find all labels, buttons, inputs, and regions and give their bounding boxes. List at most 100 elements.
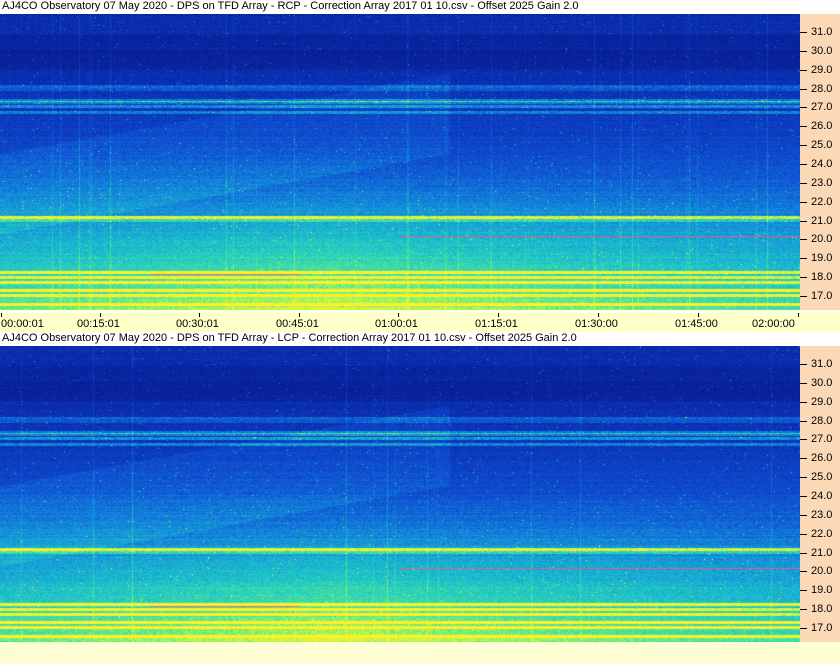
tick-mark (800, 126, 807, 128)
frequency-label: 22.0 (811, 195, 833, 208)
time-label: 00:30:01 (176, 318, 219, 330)
frequency-tick: 27.0 (800, 433, 840, 447)
frequency-label: 20.0 (811, 565, 833, 578)
tick-mark (800, 420, 807, 422)
tick-mark (800, 382, 807, 384)
tick-mark (598, 313, 599, 317)
frequency-label: 25.0 (811, 471, 833, 484)
time-label: 02:00:00 (752, 318, 795, 330)
frequency-tick: 31.0 (800, 26, 840, 40)
frequency-tick: 28.0 (800, 415, 840, 429)
frequency-tick: 18.0 (800, 603, 840, 617)
tick-mark (800, 69, 807, 71)
frequency-tick: 25.0 (800, 139, 840, 153)
rcp-spectrogram (0, 14, 800, 310)
frequency-tick: 28.0 (800, 83, 840, 97)
tick-mark (800, 220, 807, 222)
frequency-tick: 19.0 (800, 584, 840, 598)
tick-mark (800, 107, 807, 109)
tick-mark (798, 313, 799, 317)
tick-mark (800, 590, 807, 592)
frequency-label: 19.0 (811, 584, 833, 597)
frequency-tick: 26.0 (800, 452, 840, 466)
time-label: 00:45:01 (276, 318, 319, 330)
frequency-label: 28.0 (811, 82, 833, 95)
frequency-tick: 24.0 (800, 490, 840, 504)
frequency-label: 30.0 (811, 44, 833, 57)
time-label: 01:30:00 (575, 318, 618, 330)
frequency-label: 18.0 (811, 271, 833, 284)
tick-mark (498, 313, 499, 317)
tick-mark (800, 609, 807, 611)
frequency-label: 31.0 (811, 358, 833, 370)
frequency-tick: 23.0 (800, 177, 840, 191)
frequency-tick: 27.0 (800, 101, 840, 115)
bottom-strip (0, 642, 840, 664)
frequency-tick: 17.0 (800, 290, 840, 304)
frequency-label: 27.0 (811, 101, 833, 114)
frequency-tick: 20.0 (800, 565, 840, 579)
frequency-label: 18.0 (811, 603, 833, 616)
frequency-tick: 22.0 (800, 528, 840, 542)
tick-mark (800, 495, 807, 497)
tick-mark (800, 571, 807, 573)
tick-mark (800, 552, 807, 554)
tick-mark (800, 201, 807, 203)
frequency-label: 21.0 (811, 214, 833, 227)
tick-mark (800, 295, 807, 297)
tick-mark (800, 182, 807, 184)
frequency-label: 31.0 (811, 26, 833, 38)
frequency-label: 20.0 (811, 233, 833, 246)
tick-mark (100, 313, 101, 317)
time-label: 00:15:01 (77, 318, 120, 330)
lcp-frequency-axis: 31.0 30.0 29.0 28.0 27.0 26.0 25.0 24.0 23.0 22.0… (800, 346, 840, 642)
frequency-tick: 31.0 (800, 358, 840, 372)
time-label: 01:00:01 (375, 318, 418, 330)
frequency-tick: 30.0 (800, 45, 840, 59)
tick-mark (1, 313, 2, 317)
frequency-label: 27.0 (811, 433, 833, 446)
frequency-label: 30.0 (811, 376, 833, 389)
frequency-label: 22.0 (811, 527, 833, 540)
frequency-tick: 17.0 (800, 622, 840, 636)
tick-mark (800, 145, 807, 147)
tick-mark (800, 258, 807, 260)
lcp-panel-title: AJ4CO Observatory 07 May 2020 - DPS on T… (0, 332, 840, 346)
frequency-tick: 21.0 (800, 547, 840, 561)
frequency-tick: 23.0 (800, 509, 840, 523)
tick-mark (800, 627, 807, 629)
frequency-label: 23.0 (811, 508, 833, 521)
frequency-label: 26.0 (811, 452, 833, 465)
frequency-label: 26.0 (811, 120, 833, 133)
frequency-tick: 25.0 (800, 471, 840, 485)
frequency-label: 28.0 (811, 414, 833, 427)
frequency-tick: 20.0 (800, 233, 840, 247)
time-label: 01:45:00 (675, 318, 718, 330)
frequency-label: 19.0 (811, 252, 833, 265)
tick-mark (800, 364, 807, 365)
frequency-tick: 29.0 (800, 396, 840, 410)
tick-mark (299, 313, 300, 317)
frequency-tick: 19.0 (800, 252, 840, 266)
time-axis: 00:00:01 00:15:01 00:30:01 00:45:01 01:00:01… (0, 313, 840, 332)
tick-mark (698, 313, 699, 317)
frequency-label: 29.0 (811, 395, 833, 408)
frequency-tick: 22.0 (800, 196, 840, 210)
frequency-label: 24.0 (811, 157, 833, 170)
frequency-tick: 21.0 (800, 215, 840, 229)
frequency-label: 29.0 (811, 63, 833, 76)
frequency-tick: 24.0 (800, 158, 840, 172)
tick-mark (800, 477, 807, 479)
tick-mark (800, 163, 807, 165)
time-label: 01:15:01 (475, 318, 518, 330)
tick-mark (800, 533, 807, 535)
time-label: 00:00:01 (1, 318, 44, 330)
frequency-label: 21.0 (811, 546, 833, 559)
tick-mark (800, 514, 807, 516)
tick-mark (800, 88, 807, 90)
tick-mark (800, 32, 807, 33)
frequency-label: 17.0 (811, 621, 833, 634)
rcp-panel-title: AJ4CO Observatory 07 May 2020 - DPS on T… (0, 0, 840, 14)
frequency-tick: 26.0 (800, 120, 840, 134)
tick-mark (800, 239, 807, 241)
